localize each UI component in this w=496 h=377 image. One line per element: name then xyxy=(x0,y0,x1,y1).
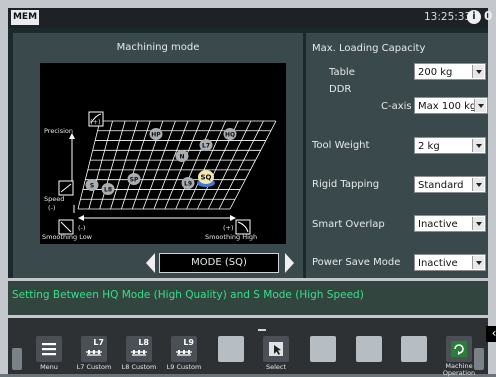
mode-marker-hp[interactable]: HP xyxy=(149,128,163,140)
smart-overlap-dropdown[interactable]: Inactive xyxy=(414,215,486,232)
guidance-message: Setting Between HQ Mode (High Quality) a… xyxy=(12,289,364,301)
smart-overlap-label: Smart Overlap xyxy=(312,219,385,230)
l9-custom-button[interactable]: L9 xyxy=(171,336,197,362)
mode-marker-l8[interactable]: L8 xyxy=(101,183,115,195)
softkey-label: Machine Operation xyxy=(442,362,476,377)
smoothing-high-label: Smoothing High xyxy=(205,233,258,241)
power-save-dropdown[interactable]: Inactive xyxy=(414,254,486,271)
status-bar: MEM 13:25:33 i 0 xyxy=(8,8,492,28)
chevron-down-icon xyxy=(472,178,484,191)
caxis-capacity-dropdown[interactable]: Max 100 kg xyxy=(414,97,488,114)
mode-prev-button[interactable] xyxy=(146,253,155,273)
mode-marker-sp[interactable]: SP xyxy=(127,173,141,185)
svg-text:S: S xyxy=(90,183,94,190)
mode-grid xyxy=(77,120,277,210)
message-bar: Setting Between HQ Mode (High Quality) a… xyxy=(8,281,488,315)
power-save-label: Power Save Mode xyxy=(312,257,401,268)
mode-grid-svg: HP HQ L7 N SQ S L8 SP L9 xyxy=(58,111,277,235)
tool-weight-label: Tool Weight xyxy=(312,140,370,151)
svg-text:L9: L9 xyxy=(184,181,192,188)
select-button[interactable] xyxy=(263,336,289,362)
softkey-label: L8 Custom xyxy=(121,363,157,371)
mode-marker-s[interactable]: S xyxy=(85,179,99,191)
machining-mode-panel: Machining mode HP HQ L7 N SQ S L8 SP L9 … xyxy=(13,33,303,278)
rigid-tapping-label: Rigid Tapping xyxy=(312,179,380,190)
custom-icon xyxy=(86,350,102,356)
softkey-bar: ‹ Menu L7 L7 Custom L8 L8 Custom L9 L9 C… xyxy=(8,318,496,377)
custom-icon xyxy=(131,350,147,356)
smoothing-high-icon xyxy=(235,219,251,235)
speed-icon xyxy=(58,180,74,196)
chevron-down-icon xyxy=(472,139,484,152)
softkey-label: L9 Custom xyxy=(166,363,202,371)
blank-softkey-2[interactable] xyxy=(310,336,336,362)
left-edge-tab[interactable] xyxy=(12,348,22,370)
alarm-count: 0 xyxy=(484,9,493,23)
mode-select-button[interactable]: MODE (SQ) xyxy=(159,253,279,273)
blank-softkey-3[interactable] xyxy=(356,336,382,362)
mode-next-button[interactable] xyxy=(285,253,294,273)
page-indicator xyxy=(258,329,266,331)
info-icon[interactable]: i xyxy=(467,10,481,24)
max-loading-heading: Max. Loading Capacity xyxy=(312,43,426,54)
chevron-down-icon xyxy=(474,99,486,112)
clock: 13:25:33 xyxy=(424,11,472,23)
return-icon[interactable]: ‹ xyxy=(486,326,496,342)
smoothing-low-label: Smoothing Low xyxy=(42,233,92,241)
mode-marker-l9[interactable]: L9 xyxy=(181,177,195,189)
softkey-label: Select xyxy=(265,363,287,371)
menu-icon xyxy=(42,343,56,356)
operation-mode-badge: MEM xyxy=(11,10,39,25)
svg-text:N: N xyxy=(179,154,184,161)
custom-icon xyxy=(176,350,192,356)
svg-text:SQ: SQ xyxy=(201,174,212,182)
speed-minus-label: (-) xyxy=(48,204,56,212)
ddr-label: DDR xyxy=(329,84,352,95)
chevron-down-icon xyxy=(472,256,484,269)
blank-softkey-4[interactable] xyxy=(401,336,427,362)
smoothing-low-icon xyxy=(58,219,74,235)
svg-text:HQ: HQ xyxy=(225,132,235,139)
blank-softkey-1[interactable] xyxy=(218,336,244,362)
rigid-tapping-dropdown[interactable]: Standard xyxy=(414,176,486,193)
svg-text:L7: L7 xyxy=(202,143,210,150)
tool-weight-dropdown[interactable]: 2 kg xyxy=(414,137,486,154)
table-label: Table xyxy=(329,67,355,78)
speed-label: Speed xyxy=(44,195,65,203)
panel-title: Machining mode xyxy=(116,42,200,53)
mode-marker-l7[interactable]: L7 xyxy=(199,139,213,151)
softkey-label: Menu xyxy=(40,363,58,371)
settings-panel: Max. Loading Capacity Table 200 kg DDR C… xyxy=(306,33,488,278)
svg-text:L8: L8 xyxy=(104,187,112,194)
softkey-label: L7 Custom xyxy=(76,363,112,371)
l8-custom-button[interactable]: L8 xyxy=(126,336,152,362)
screen-frame: MEM 13:25:33 i 0 Machining mode HP HQ L7… xyxy=(0,0,496,377)
select-icon xyxy=(269,342,283,356)
precision-plus-label: (+) xyxy=(90,118,101,126)
mode-marker-sq[interactable]: SQ xyxy=(197,170,215,187)
menu-button[interactable] xyxy=(36,336,62,362)
mode-chart: HP HQ L7 N SQ S L8 SP L9 (+) Precision Speed (-)… xyxy=(40,63,286,244)
caxis-label: C-axis xyxy=(381,101,412,112)
machine-operation-icon xyxy=(451,341,467,357)
smoothing-minus-label: (-) xyxy=(78,224,86,232)
chevron-down-icon xyxy=(472,65,484,78)
mode-marker-n[interactable]: N xyxy=(175,150,189,162)
svg-text:SP: SP xyxy=(130,177,139,184)
l7-custom-button[interactable]: L7 xyxy=(81,336,107,362)
precision-label: Precision xyxy=(44,127,74,135)
smoothing-plus-label: (+) xyxy=(223,224,234,232)
table-capacity-dropdown[interactable]: 200 kg xyxy=(414,63,486,80)
mode-marker-hq[interactable]: HQ xyxy=(223,128,237,140)
svg-text:HP: HP xyxy=(151,132,161,139)
chevron-down-icon xyxy=(472,217,484,230)
machine-operation-button[interactable] xyxy=(446,336,472,362)
